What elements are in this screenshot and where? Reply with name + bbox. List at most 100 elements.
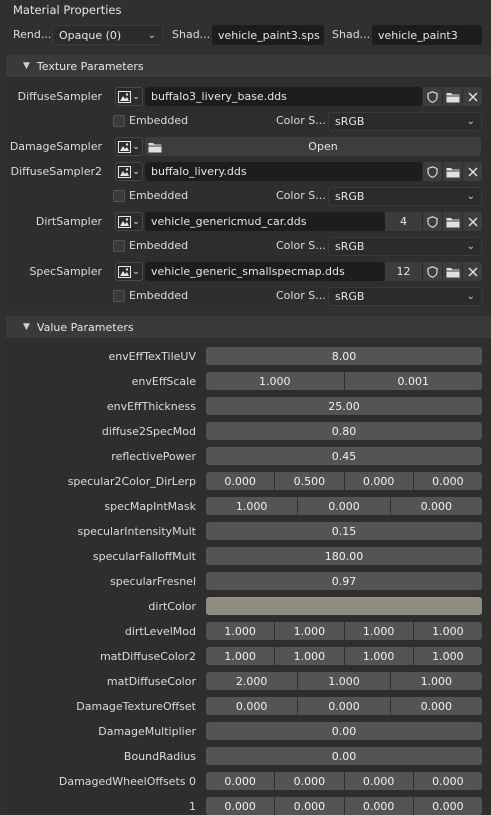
vector-component-field[interactable]: 1.000	[344, 622, 413, 640]
render-label: Rend...	[13, 28, 52, 41]
value-param-label: specMapIntMask	[104, 500, 196, 513]
embedded-label: Embedded	[129, 289, 189, 302]
vector-component-field[interactable]: 0.000	[206, 697, 298, 715]
value-field[interactable]: 0.00	[206, 747, 482, 765]
chevron-down-icon: ⌄	[132, 266, 140, 277]
vector-component-field[interactable]: 0.000	[298, 497, 390, 515]
colorspace-dropdown[interactable]: sRGB ⌄	[328, 237, 482, 256]
vector-component-field[interactable]: 1.000	[344, 647, 413, 665]
image-type-dropdown[interactable]: ⌄	[115, 162, 143, 181]
value-field[interactable]: 0.45	[206, 447, 482, 465]
vector-component-field[interactable]: 0.000	[390, 497, 482, 515]
value-field[interactable]: 25.00	[206, 397, 482, 415]
image-type-dropdown[interactable]: ⌄	[115, 137, 143, 156]
vector-field: 1.000 0.001	[206, 372, 482, 390]
vector-component-field[interactable]: 1.000	[413, 622, 482, 640]
image-type-dropdown[interactable]: ⌄	[115, 262, 143, 281]
vector-field: 0.000 0.000 0.000 0.000	[206, 772, 482, 790]
vector-component-field[interactable]: 1.000	[206, 647, 275, 665]
texture-path-field[interactable]: vehicle_generic_smallspecmap.dds	[145, 262, 385, 281]
image-icon	[118, 265, 132, 278]
embedded-checkbox[interactable]	[113, 240, 125, 252]
vector-component-field[interactable]: 0.000	[413, 772, 482, 790]
texture-parameters-header[interactable]: ▼ Texture Parameters	[6, 55, 491, 77]
texture-path-field[interactable]: buffalo3_livery_base.dds	[145, 87, 422, 106]
vector-field: 1.000 1.000 1.000 1.000	[206, 647, 482, 665]
value-param-label: BoundRadius	[123, 750, 196, 763]
value-param-label: envEffThickness	[106, 400, 196, 413]
image-icon	[118, 165, 132, 178]
shader-name-value: vehicle_paint3	[378, 28, 458, 42]
close-icon[interactable]	[462, 87, 482, 106]
vector-component-field[interactable]: 0.001	[344, 372, 482, 390]
image-type-dropdown[interactable]: ⌄	[115, 212, 143, 231]
vector-component-field[interactable]: 0.000	[206, 772, 275, 790]
shield-icon[interactable]	[422, 262, 442, 281]
vector-component-field[interactable]: 0.000	[275, 772, 344, 790]
folder-icon[interactable]	[442, 87, 462, 106]
open-button[interactable]: Open	[165, 137, 481, 156]
colorspace-label: Color S...	[276, 289, 326, 302]
vector-component-field[interactable]: 1.000	[275, 647, 344, 665]
image-icon	[118, 215, 132, 228]
vector-component-field[interactable]: 1.000	[298, 672, 390, 690]
embedded-checkbox[interactable]	[113, 115, 125, 127]
value-param-label: specular2Color_DirLerp	[67, 475, 196, 488]
texture-path-field[interactable]: buffalo_livery.dds	[145, 162, 422, 181]
vector-component-field[interactable]: 0.000	[206, 472, 275, 490]
folder-icon[interactable]	[442, 212, 462, 231]
vector-component-field[interactable]: 1.000	[206, 372, 344, 390]
shader-file-field[interactable]: vehicle_paint3.sps	[212, 25, 324, 45]
vector-component-field[interactable]: 1.000	[206, 622, 275, 640]
value-field[interactable]: 0.97	[206, 572, 482, 590]
folder-icon[interactable]	[442, 162, 462, 181]
vector-component-field[interactable]: 0.000	[390, 697, 482, 715]
vector-component-field[interactable]: 1.000	[275, 622, 344, 640]
vector-component-field[interactable]: 0.500	[275, 472, 344, 490]
close-icon[interactable]	[462, 262, 482, 281]
image-icon	[118, 90, 132, 103]
texture-label: DirtSampler	[35, 215, 102, 228]
texture-path-field[interactable]: vehicle_genericmud_car.dds	[145, 212, 385, 231]
texture-label: DiffuseSampler2	[10, 165, 102, 178]
shield-icon[interactable]	[422, 87, 442, 106]
value-param-label: reflectivePower	[111, 450, 196, 463]
value-field[interactable]: 0.80	[206, 422, 482, 440]
vector-component-field[interactable]: 1.000	[390, 672, 482, 690]
embedded-checkbox[interactable]	[113, 190, 125, 202]
value-field[interactable]: 8.00	[206, 347, 482, 365]
color-swatch[interactable]	[206, 597, 482, 615]
colorspace-dropdown[interactable]: sRGB ⌄	[328, 187, 482, 206]
vector-component-field[interactable]: 0.000	[413, 797, 482, 815]
shader-name-field[interactable]: vehicle_paint3	[372, 25, 482, 45]
close-icon[interactable]	[462, 212, 482, 231]
value-field[interactable]: 0.15	[206, 522, 482, 540]
folder-icon[interactable]	[145, 137, 165, 156]
embedded-checkbox[interactable]	[113, 290, 125, 302]
embedded-label: Embedded	[129, 114, 189, 127]
shield-icon[interactable]	[422, 162, 442, 181]
vector-component-field[interactable]: 0.000	[344, 772, 413, 790]
colorspace-dropdown[interactable]: sRGB ⌄	[328, 112, 482, 131]
colorspace-label: Color S...	[276, 189, 326, 202]
colorspace-value: sRGB	[335, 240, 365, 253]
colorspace-dropdown[interactable]: sRGB ⌄	[328, 287, 482, 306]
value-field[interactable]: 0.00	[206, 722, 482, 740]
vector-component-field[interactable]: 0.000	[344, 797, 413, 815]
value-parameters-header[interactable]: ▼ Value Parameters	[6, 316, 491, 338]
folder-icon[interactable]	[442, 262, 462, 281]
shield-icon[interactable]	[422, 212, 442, 231]
value-field[interactable]: 180.00	[206, 547, 482, 565]
vector-component-field[interactable]: 2.000	[206, 672, 298, 690]
vector-component-field[interactable]: 0.000	[298, 697, 390, 715]
image-type-dropdown[interactable]: ⌄	[115, 87, 143, 106]
close-icon[interactable]	[462, 162, 482, 181]
vector-component-field[interactable]: 1.000	[413, 647, 482, 665]
render-mode-dropdown[interactable]: Opaque (0) ⌄	[52, 25, 163, 45]
value-param-label: 1	[189, 800, 196, 813]
vector-component-field[interactable]: 0.000	[206, 797, 275, 815]
vector-component-field[interactable]: 0.000	[413, 472, 482, 490]
vector-component-field[interactable]: 0.000	[275, 797, 344, 815]
vector-component-field[interactable]: 1.000	[206, 497, 298, 515]
vector-component-field[interactable]: 0.000	[344, 472, 413, 490]
